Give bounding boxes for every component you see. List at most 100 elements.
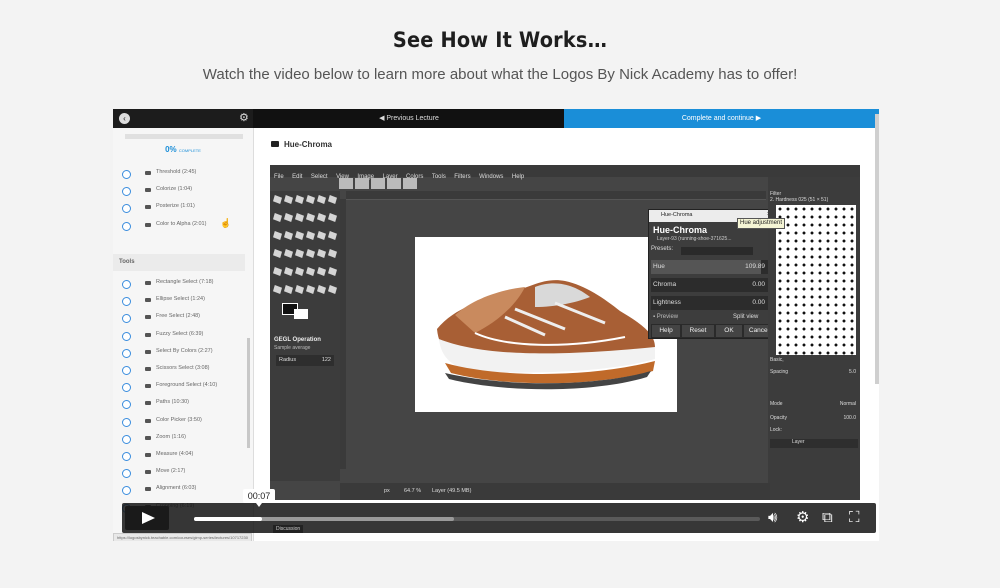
- lesson-checkbox[interactable]: [122, 434, 131, 444]
- lesson-checkbox[interactable]: [122, 170, 131, 179]
- tool-icon[interactable]: [295, 213, 304, 222]
- tool-icon[interactable]: [328, 231, 337, 240]
- tool-icon[interactable]: [306, 213, 315, 222]
- lesson-item[interactable]: Foreground Select (4:10): [113, 379, 245, 396]
- tool-icon[interactable]: [284, 249, 293, 258]
- hue-slider[interactable]: Hue 109.89: [651, 260, 769, 274]
- lesson-item[interactable]: Measure (4:04): [113, 448, 245, 465]
- image-thumb[interactable]: [387, 178, 401, 189]
- tool-icon[interactable]: [295, 285, 304, 294]
- tool-icon[interactable]: [273, 213, 282, 222]
- canvas-image[interactable]: [415, 237, 677, 412]
- lesson-item[interactable]: Scissors Select (3:08): [113, 362, 245, 379]
- menu-help[interactable]: Help: [512, 174, 524, 180]
- lesson-checkbox[interactable]: [122, 383, 131, 393]
- previous-lecture-button[interactable]: ◀ Previous Lecture: [254, 109, 564, 128]
- complete-continue-button[interactable]: Complete and continue ▶: [564, 109, 879, 128]
- lightness-slider[interactable]: Lightness 0.00: [651, 296, 769, 310]
- image-tabs[interactable]: [338, 177, 438, 191]
- mode-row[interactable]: Mode Normal: [770, 401, 858, 410]
- spacing-row[interactable]: Spacing 5.0: [770, 369, 858, 378]
- tool-icon[interactable]: [284, 285, 293, 294]
- tool-icon[interactable]: [273, 267, 282, 276]
- tool-icon[interactable]: [284, 213, 293, 222]
- tool-icon[interactable]: [284, 231, 293, 240]
- tool-icon[interactable]: [284, 195, 293, 204]
- lesson-checkbox[interactable]: [122, 280, 131, 289]
- opacity-row[interactable]: Opacity 100.0: [770, 415, 858, 424]
- layer-row[interactable]: Layer: [770, 439, 858, 448]
- menu-file[interactable]: File: [274, 174, 284, 180]
- lesson-checkbox[interactable]: [122, 221, 131, 231]
- tool-icon[interactable]: [306, 249, 315, 258]
- tool-icon[interactable]: [328, 195, 337, 204]
- tool-icon[interactable]: [306, 267, 315, 276]
- lesson-item[interactable]: Ellipse Select (1:24): [113, 293, 245, 310]
- menu-edit[interactable]: Edit: [292, 174, 302, 180]
- image-thumb[interactable]: [355, 178, 369, 189]
- lesson-item[interactable]: Zoom (1:16): [113, 431, 245, 448]
- tool-icon[interactable]: [273, 195, 282, 204]
- volume-icon[interactable]: 🔊︎: [768, 509, 777, 527]
- lesson-item[interactable]: Rectangle Select (7:18): [113, 276, 245, 293]
- background-color-swatch[interactable]: [294, 309, 308, 319]
- preview-checkbox[interactable]: ▪ Preview: [653, 314, 678, 320]
- lesson-item[interactable]: Fuzzy Select (6:39): [113, 328, 245, 345]
- sidebar-scrollbar[interactable]: [247, 338, 250, 448]
- lesson-checkbox[interactable]: [122, 314, 131, 324]
- picture-in-picture-icon[interactable]: ⧉: [822, 509, 833, 527]
- progress-track[interactable]: [194, 517, 760, 521]
- split-view-checkbox[interactable]: Split view: [733, 314, 758, 320]
- tool-icon[interactable]: [295, 267, 304, 276]
- image-thumb[interactable]: [403, 178, 417, 189]
- chroma-slider[interactable]: Chroma 0.00: [651, 278, 769, 292]
- tool-icon[interactable]: [306, 195, 315, 204]
- tool-icon[interactable]: [273, 249, 282, 258]
- lesson-checkbox[interactable]: [122, 486, 131, 496]
- lesson-checkbox[interactable]: [122, 400, 131, 410]
- tool-icon[interactable]: [317, 231, 326, 240]
- lesson-item[interactable]: Paths (10:30): [113, 396, 245, 413]
- tool-icon[interactable]: [306, 285, 315, 294]
- lesson-checkbox[interactable]: [122, 331, 131, 341]
- presets-dropdown[interactable]: [681, 247, 753, 255]
- play-button[interactable]: [125, 506, 169, 530]
- tool-icon[interactable]: [306, 231, 315, 240]
- tool-icon[interactable]: [295, 249, 304, 258]
- tool-icon[interactable]: [295, 195, 304, 204]
- tool-icon[interactable]: [328, 285, 337, 294]
- lesson-item[interactable]: Move (2:17): [113, 465, 245, 482]
- tool-icon[interactable]: [317, 213, 326, 222]
- unit-select[interactable]: px: [384, 488, 390, 494]
- tool-icon[interactable]: [273, 285, 282, 294]
- lesson-checkbox[interactable]: [122, 417, 131, 427]
- help-button[interactable]: Help: [651, 324, 681, 338]
- reset-button[interactable]: Reset: [681, 324, 715, 338]
- content-scrollbar[interactable]: [875, 114, 879, 384]
- menu-filters[interactable]: Filters: [454, 174, 470, 180]
- tool-icon[interactable]: [317, 195, 326, 204]
- lesson-checkbox[interactable]: [122, 187, 131, 197]
- image-thumb[interactable]: [371, 178, 385, 189]
- zoom-select[interactable]: 64.7 %: [404, 488, 421, 494]
- lesson-checkbox[interactable]: [122, 469, 131, 479]
- lesson-item[interactable]: Color Picker (3:50): [113, 414, 245, 431]
- lesson-checkbox[interactable]: [122, 452, 131, 461]
- tool-icon[interactable]: [317, 249, 326, 258]
- ok-button[interactable]: OK: [715, 324, 743, 338]
- brush-grid[interactable]: [776, 205, 856, 355]
- lesson-item[interactable]: Free Select (2:48): [113, 310, 245, 327]
- tool-icon[interactable]: [328, 249, 337, 258]
- menu-windows[interactable]: Windows: [479, 174, 503, 180]
- lesson-item[interactable]: Posterize (1:01): [113, 200, 245, 217]
- back-icon[interactable]: ‹: [119, 113, 130, 124]
- gear-icon[interactable]: ⚙: [239, 111, 249, 124]
- settings-icon[interactable]: ⚙: [796, 509, 809, 527]
- tool-icon[interactable]: [317, 285, 326, 294]
- tool-icon[interactable]: [328, 213, 337, 222]
- tool-icon[interactable]: [317, 267, 326, 276]
- lesson-checkbox[interactable]: [122, 297, 131, 307]
- tool-icon[interactable]: [295, 231, 304, 240]
- lesson-checkbox[interactable]: [122, 204, 131, 214]
- menu-select[interactable]: Select: [311, 174, 328, 180]
